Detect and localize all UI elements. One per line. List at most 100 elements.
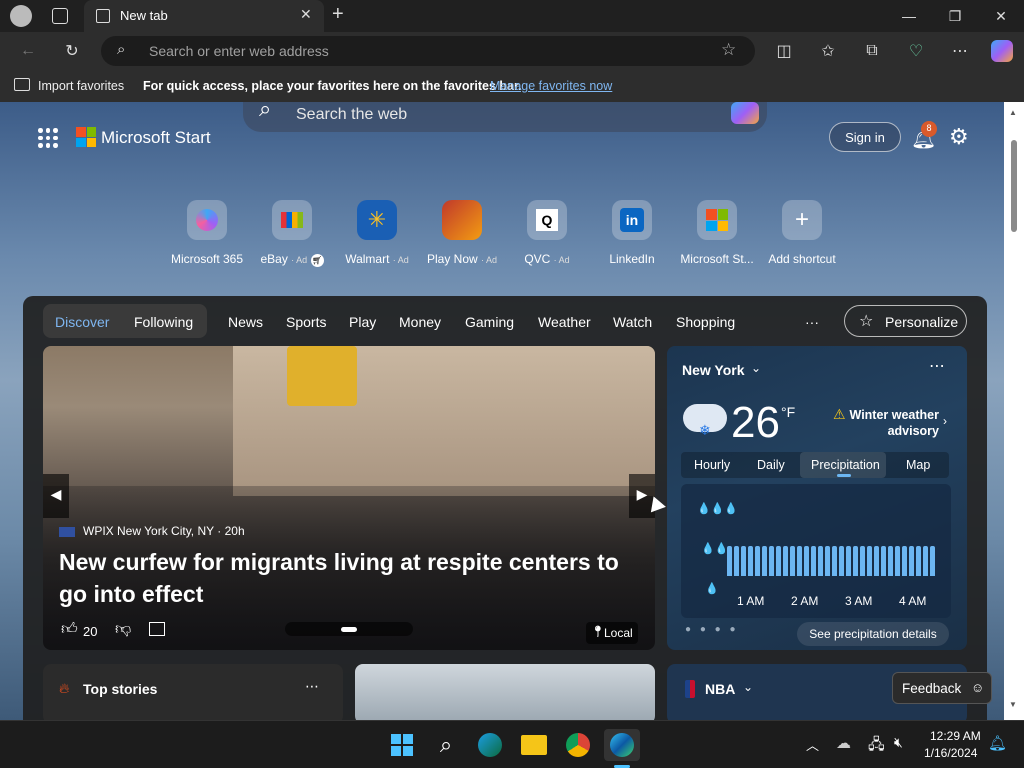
- manage-favorites-link[interactable]: Manage favorites now: [490, 79, 612, 93]
- tab-precipitation[interactable]: Precipitation: [811, 458, 880, 472]
- shortcut-play-now[interactable]: Play Now · Ad: [417, 200, 507, 266]
- back-icon[interactable]: ←: [14, 37, 42, 65]
- snow-image-card[interactable]: [355, 664, 655, 720]
- story-source[interactable]: WPIX New York City, NY · 20h: [83, 524, 245, 538]
- shortcut-label: QVC: [524, 252, 551, 266]
- city-dropdown-chevron-down-icon[interactable]: ⌄: [751, 361, 761, 375]
- notification-center-icon[interactable]: 🔔︎: [988, 734, 1007, 752]
- tab-weather[interactable]: Weather: [538, 314, 591, 330]
- carousel-prev-button[interactable]: ◀: [43, 474, 69, 518]
- scrollbar-thumb[interactable]: [1011, 140, 1017, 232]
- tab-hourly[interactable]: Hourly: [694, 458, 730, 472]
- alert-chevron-right-icon[interactable]: ›: [943, 414, 947, 428]
- close-tab-icon[interactable]: ✕: [300, 6, 312, 23]
- settings-gear-icon[interactable]: ⚙: [949, 124, 969, 150]
- sign-in-button[interactable]: Sign in: [829, 122, 901, 152]
- shortcut-microsoft-store[interactable]: Microsoft St...: [672, 200, 762, 266]
- copilot-icon[interactable]: [988, 37, 1016, 65]
- precipitation-bar: [825, 546, 830, 576]
- shortcut-qvc[interactable]: Q QVC · Ad: [502, 200, 592, 266]
- edge-preview-icon[interactable]: [472, 729, 508, 761]
- brand-title[interactable]: Microsoft Start: [101, 128, 211, 148]
- split-screen-icon[interactable]: ◫: [770, 37, 798, 65]
- copilot-icon[interactable]: [731, 102, 759, 124]
- shortcut-label: Add shortcut: [768, 252, 836, 266]
- shortcut-microsoft-365[interactable]: Microsoft 365: [162, 200, 252, 266]
- weather-alert[interactable]: Winter weather advisory: [847, 407, 940, 439]
- light-rain-drop-icon: 💧: [705, 583, 719, 595]
- precipitation-chart[interactable]: 💧💧💧 💧💧 💧 1 AM 2 AM 3 AM 4 AM: [681, 484, 951, 618]
- precipitation-details-button[interactable]: See precipitation details: [797, 622, 949, 646]
- local-tag[interactable]: 📍︎ Local: [586, 622, 638, 644]
- address-bar[interactable]: ⌕ Search or enter web address ☆: [101, 36, 755, 66]
- heavy-rain-drops-icon: 💧💧💧: [697, 503, 739, 515]
- weather-city[interactable]: New York: [682, 362, 745, 378]
- nba-title[interactable]: NBA: [705, 681, 735, 697]
- tab-gaming[interactable]: Gaming: [465, 314, 514, 330]
- new-tab-icon[interactable]: +: [332, 3, 344, 26]
- tab-sports[interactable]: Sports: [286, 314, 326, 330]
- shortcut-ebay[interactable]: eBay · Ad 🛒︎: [247, 200, 337, 267]
- web-search-box[interactable]: ⌕ Search the web: [243, 102, 767, 132]
- tab-money[interactable]: Money: [399, 314, 441, 330]
- favorite-star-icon[interactable]: ☆: [721, 40, 736, 60]
- weather-page-dots[interactable]: ● ● ● ●: [685, 624, 739, 635]
- top-stories-title[interactable]: Top stories: [83, 681, 157, 697]
- tab-daily[interactable]: Daily: [757, 458, 785, 472]
- dislike-icon[interactable]: 👎︎: [115, 620, 131, 639]
- network-icon[interactable]: 🖧︎: [868, 734, 885, 759]
- onedrive-icon[interactable]: ☁: [836, 734, 851, 752]
- shortcut-label: LinkedIn: [609, 252, 655, 266]
- browser-essentials-icon[interactable]: ♡: [902, 37, 930, 65]
- collections-icon[interactable]: ⧉: [858, 37, 886, 65]
- page-scrollbar[interactable]: ▲ ▼: [1004, 102, 1024, 720]
- close-window-icon[interactable]: ✕: [978, 0, 1024, 32]
- precipitation-bars: [727, 524, 937, 576]
- hero-story-card[interactable]: ◀ ▶ WPIX New York City, NY · 20h New cur…: [43, 346, 655, 650]
- tab-actions-icon[interactable]: [52, 8, 68, 24]
- tab-watch[interactable]: Watch: [613, 314, 652, 330]
- weather-more-icon[interactable]: ⋯: [929, 356, 945, 376]
- minimize-icon[interactable]: —: [886, 0, 932, 32]
- scroll-down-icon[interactable]: ▼: [1009, 700, 1017, 709]
- local-tag-label: Local: [604, 626, 633, 640]
- apps-launcher-icon[interactable]: [38, 128, 58, 148]
- file-explorer-icon[interactable]: [516, 729, 552, 761]
- nav-more-button[interactable]: ···: [805, 314, 819, 330]
- top-stories-card[interactable]: 🔥︎ Top stories ⋯: [43, 664, 343, 720]
- start-windows-icon[interactable]: [384, 729, 420, 761]
- shortcut-linkedin[interactable]: in LinkedIn: [587, 200, 677, 266]
- tab-play[interactable]: Play: [349, 314, 376, 330]
- tab-new-tab[interactable]: New tab ✕: [84, 0, 324, 32]
- more-icon[interactable]: ⋯: [946, 37, 974, 65]
- refresh-icon[interactable]: ↻: [58, 37, 86, 65]
- profile-avatar-icon[interactable]: [10, 5, 32, 27]
- tab-shopping[interactable]: Shopping: [676, 314, 735, 330]
- personalize-button[interactable]: ☆ Personalize: [844, 305, 967, 337]
- tab-discover[interactable]: Discover: [55, 314, 109, 330]
- edge-icon[interactable]: [604, 729, 640, 761]
- tab-news[interactable]: News: [228, 314, 263, 330]
- microsoft-logo-icon: [76, 127, 96, 147]
- hide-story-icon[interactable]: [149, 622, 165, 636]
- import-favorites-button[interactable]: Import favorites: [38, 79, 124, 93]
- search-icon[interactable]: ⌕: [428, 729, 464, 761]
- tab-following[interactable]: Following: [134, 314, 193, 330]
- scroll-up-icon[interactable]: ▲: [1009, 108, 1017, 117]
- nba-chevron-down-icon[interactable]: ⌄: [743, 680, 753, 694]
- story-headline[interactable]: New curfew for migrants living at respit…: [59, 546, 639, 610]
- like-icon[interactable]: 👍︎: [61, 620, 78, 639]
- clock-time[interactable]: 12:29 AM: [930, 729, 981, 743]
- restore-icon[interactable]: ❐: [932, 0, 978, 32]
- favorites-icon[interactable]: ✩: [814, 37, 842, 65]
- volume-muted-icon[interactable]: 🔇︎: [894, 734, 903, 751]
- show-hidden-icons-chevron-up-icon[interactable]: ︿: [806, 735, 819, 754]
- shortcut-walmart[interactable]: ✳ Walmart · Ad: [332, 200, 422, 266]
- tab-map[interactable]: Map: [906, 458, 930, 472]
- clock-date[interactable]: 1/16/2024: [924, 746, 977, 760]
- weather-card[interactable]: New York ⌄ ⋯ ❄ 26 °F ⚠ Winter weather ad…: [667, 346, 967, 650]
- top-stories-more-icon[interactable]: ⋯: [305, 678, 319, 695]
- chrome-icon[interactable]: [560, 729, 596, 761]
- feedback-button[interactable]: Feedback ☺: [892, 672, 992, 704]
- add-shortcut-button[interactable]: + Add shortcut: [757, 200, 847, 266]
